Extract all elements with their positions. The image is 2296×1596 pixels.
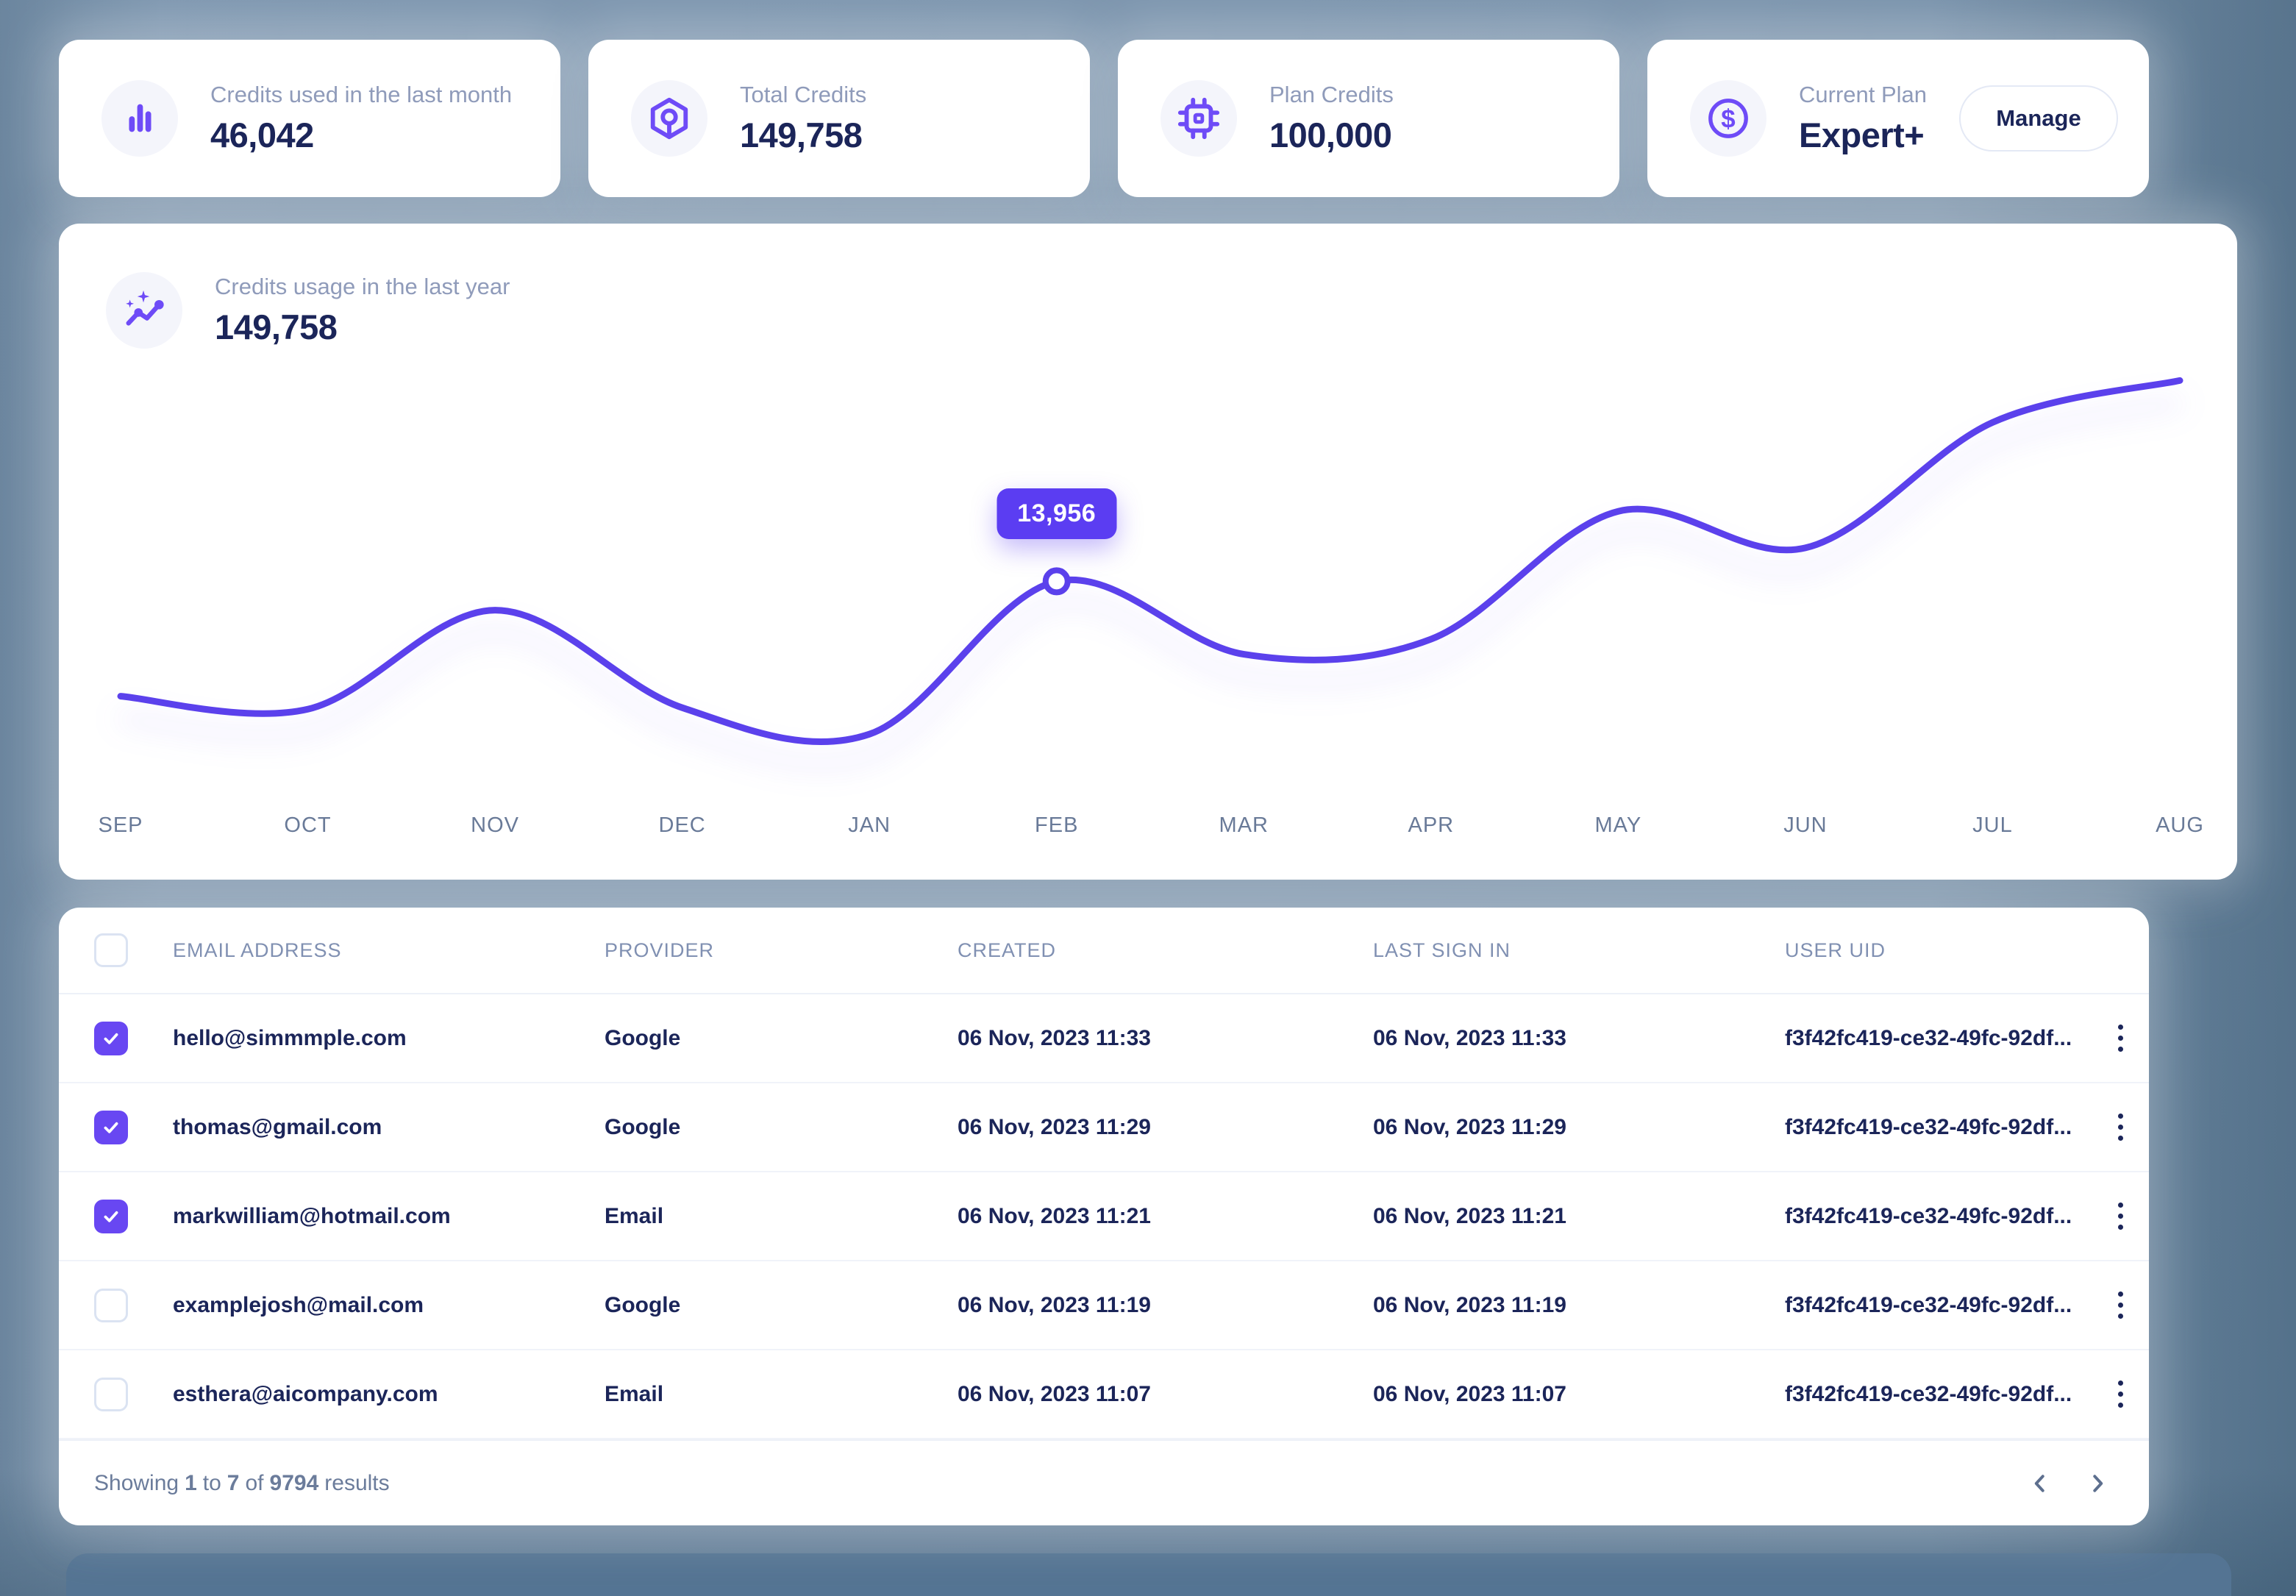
chart-title: Credits usage in the last year	[215, 274, 510, 300]
table-row: thomas@gmail.com Google 06 Nov, 2023 11:…	[59, 1083, 2149, 1172]
results-from: 1	[185, 1471, 197, 1496]
dollar-circle-icon: $	[1690, 80, 1766, 157]
cell-user-uid: f3f42fc419-ce32-49fc-92df...	[1785, 1204, 2111, 1229]
row-checkbox[interactable]	[94, 1111, 128, 1144]
stat-value: 149,758	[740, 115, 866, 155]
stat-card-total-credits: Total Credits 149,758	[588, 40, 1090, 197]
bottom-strip	[66, 1553, 2231, 1596]
cell-email: thomas@gmail.com	[173, 1115, 605, 1140]
x-axis-label: JUL	[1972, 813, 2013, 838]
cell-user-uid: f3f42fc419-ce32-49fc-92df...	[1785, 1115, 2111, 1140]
cell-provider: Email	[605, 1382, 958, 1407]
chevron-right-icon[interactable]	[2081, 1467, 2114, 1500]
column-header-created: CREATED	[958, 939, 1373, 962]
cell-user-uid: f3f42fc419-ce32-49fc-92df...	[1785, 1026, 2111, 1051]
table-header-row: EMAIL ADDRESS PROVIDER CREATED LAST SIGN…	[59, 908, 2149, 994]
stat-value: Expert+	[1799, 115, 1927, 155]
cell-created: 06 Nov, 2023 11:33	[958, 1026, 1373, 1051]
stat-value: 100,000	[1269, 115, 1394, 155]
stat-value: 46,042	[210, 115, 512, 155]
stat-card-credits-used: Credits used in the last month 46,042	[59, 40, 560, 197]
x-axis-label: DEC	[659, 813, 706, 838]
cell-last-sign-in: 06 Nov, 2023 11:19	[1373, 1293, 1785, 1318]
cell-last-sign-in: 06 Nov, 2023 11:07	[1373, 1382, 1785, 1407]
column-header-last-sign-in: LAST SIGN IN	[1373, 939, 1785, 962]
cell-email: markwilliam@hotmail.com	[173, 1204, 605, 1229]
column-header-user-uid: USER UID	[1785, 939, 2111, 962]
cell-last-sign-in: 06 Nov, 2023 11:29	[1373, 1115, 1785, 1140]
table-row: markwilliam@hotmail.com Email 06 Nov, 20…	[59, 1172, 2149, 1261]
cell-created: 06 Nov, 2023 11:19	[958, 1293, 1373, 1318]
x-axis-label: APR	[1408, 813, 1454, 838]
row-menu-kebab-icon[interactable]	[2111, 1017, 2131, 1059]
results-suffix: results	[324, 1471, 389, 1496]
cell-created: 06 Nov, 2023 11:29	[958, 1115, 1373, 1140]
cell-provider: Email	[605, 1204, 958, 1229]
results-summary: Showing	[94, 1471, 179, 1496]
chart-tooltip: 13,956	[997, 488, 1116, 539]
cell-last-sign-in: 06 Nov, 2023 11:33	[1373, 1026, 1785, 1051]
results-total: 9794	[270, 1471, 319, 1496]
chip-icon	[1161, 80, 1237, 157]
usage-line-chart[interactable]	[59, 334, 2237, 900]
select-all-checkbox[interactable]	[94, 933, 128, 967]
stat-label: Credits used in the last month	[210, 82, 512, 108]
stat-label: Current Plan	[1799, 82, 1927, 108]
row-menu-kebab-icon[interactable]	[2111, 1373, 2131, 1415]
row-checkbox[interactable]	[94, 1289, 128, 1322]
x-axis-label: MAY	[1595, 813, 1642, 838]
row-checkbox[interactable]	[94, 1378, 128, 1411]
svg-text:$: $	[1721, 105, 1735, 134]
stat-label: Total Credits	[740, 82, 866, 108]
x-axis-label: JAN	[848, 813, 891, 838]
cell-user-uid: f3f42fc419-ce32-49fc-92df...	[1785, 1382, 2111, 1407]
column-header-provider: PROVIDER	[605, 939, 958, 962]
bar-chart-icon	[101, 80, 178, 157]
cell-user-uid: f3f42fc419-ce32-49fc-92df...	[1785, 1293, 2111, 1318]
table-row: esthera@aicompany.com Email 06 Nov, 2023…	[59, 1350, 2149, 1439]
x-axis-label: SEP	[98, 813, 143, 838]
results-of-label: of	[245, 1471, 263, 1496]
cube-icon	[631, 80, 707, 157]
x-axis-label: AUG	[2156, 813, 2204, 838]
chevron-left-icon[interactable]	[2024, 1467, 2056, 1500]
billing-dashboard: Credits used in the last month 46,042 To…	[0, 0, 2296, 1596]
manage-plan-button[interactable]: Manage	[1959, 85, 2118, 152]
column-header-email: EMAIL ADDRESS	[173, 939, 605, 962]
cell-provider: Google	[605, 1293, 958, 1318]
stat-card-plan-credits: Plan Credits 100,000	[1118, 40, 1619, 197]
results-to-label: to	[203, 1471, 221, 1496]
chart-highlight-marker	[1046, 570, 1068, 592]
cell-email: hello@simmmple.com	[173, 1026, 605, 1051]
row-checkbox[interactable]	[94, 1022, 128, 1055]
x-axis-label: JUN	[1783, 813, 1827, 838]
credits-usage-chart-card: Credits usage in the last year 149,758 1…	[59, 224, 2237, 880]
cell-provider: Google	[605, 1115, 958, 1140]
row-menu-kebab-icon[interactable]	[2111, 1284, 2131, 1326]
cell-email: examplejosh@mail.com	[173, 1293, 605, 1318]
row-menu-kebab-icon[interactable]	[2111, 1195, 2131, 1237]
table-row: examplejosh@mail.com Google 06 Nov, 2023…	[59, 1261, 2149, 1350]
cell-provider: Google	[605, 1026, 958, 1051]
cell-created: 06 Nov, 2023 11:07	[958, 1382, 1373, 1407]
users-table-card: EMAIL ADDRESS PROVIDER CREATED LAST SIGN…	[59, 908, 2149, 1525]
x-axis-label: OCT	[284, 813, 331, 838]
row-menu-kebab-icon[interactable]	[2111, 1106, 2131, 1148]
cell-last-sign-in: 06 Nov, 2023 11:21	[1373, 1204, 1785, 1229]
table-footer: Showing 1 to 7 of 9794 results	[59, 1439, 2149, 1525]
cell-email: esthera@aicompany.com	[173, 1382, 605, 1407]
stat-label: Plan Credits	[1269, 82, 1394, 108]
row-checkbox[interactable]	[94, 1200, 128, 1233]
x-axis-label: FEB	[1035, 813, 1078, 838]
stat-card-current-plan: $ Current Plan Expert+ Manage	[1647, 40, 2149, 197]
table-row: hello@simmmple.com Google 06 Nov, 2023 1…	[59, 994, 2149, 1083]
x-axis-label: MAR	[1219, 813, 1269, 838]
x-axis-label: NOV	[471, 813, 519, 838]
results-to: 7	[227, 1471, 240, 1496]
cell-created: 06 Nov, 2023 11:21	[958, 1204, 1373, 1229]
